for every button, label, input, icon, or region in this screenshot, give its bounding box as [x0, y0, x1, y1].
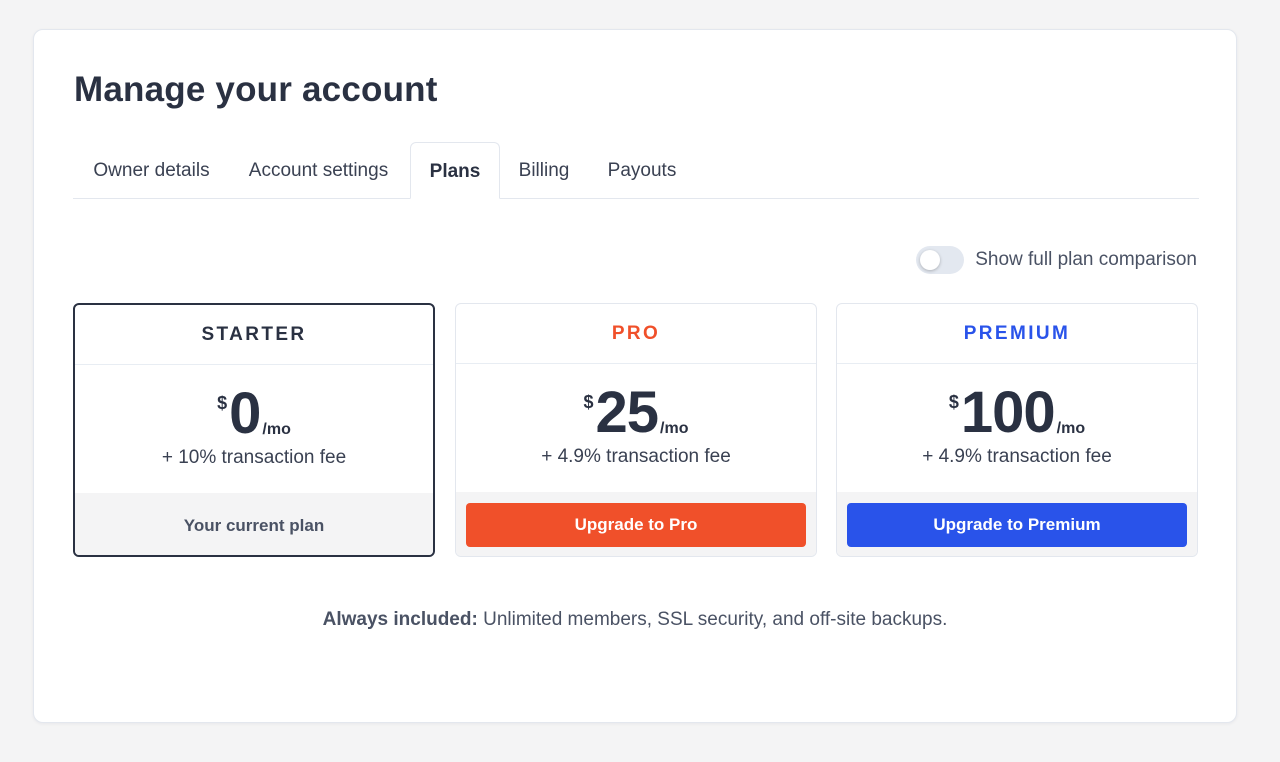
- currency-symbol: $: [948, 392, 959, 412]
- plan-body: $ 0 /mo + 10% transaction fee: [75, 365, 433, 493]
- plan-price: $ 25 /mo: [584, 384, 689, 442]
- plan-price: $ 0 /mo: [217, 385, 291, 443]
- price-amount: 0: [229, 381, 261, 446]
- upgrade-to-premium-button[interactable]: Upgrade to Premium: [847, 503, 1187, 547]
- tab-account-settings[interactable]: Account settings: [230, 142, 407, 199]
- price-amount: 100: [960, 380, 1056, 445]
- plan-name: PREMIUM: [837, 304, 1197, 364]
- toggle-knob: [920, 250, 941, 270]
- plan-card-starter: STARTER $ 0 /mo + 10% transaction fee Yo…: [73, 303, 435, 557]
- currency-symbol: $: [583, 392, 594, 412]
- always-included-label: Always included:: [322, 609, 478, 630]
- price-period: /mo: [660, 420, 689, 437]
- upgrade-to-pro-button[interactable]: Upgrade to Pro: [466, 503, 806, 547]
- tab-payouts[interactable]: Payouts: [588, 142, 696, 199]
- account-card: Manage your account Owner details Accoun…: [33, 29, 1237, 723]
- always-included-note: Always included: Unlimited members, SSL …: [34, 609, 1236, 631]
- price-amount: 25: [595, 380, 660, 445]
- plan-footer: Upgrade to Premium: [837, 492, 1197, 556]
- price-period: /mo: [1056, 420, 1086, 437]
- plan-name: PRO: [456, 304, 816, 364]
- transaction-fee: + 4.9% transaction fee: [541, 446, 731, 467]
- transaction-fee: + 4.9% transaction fee: [922, 446, 1112, 467]
- plan-body: $ 100 /mo + 4.9% transaction fee: [837, 364, 1197, 492]
- plan-comparison-toggle[interactable]: [916, 246, 965, 274]
- toggle-label: Show full plan comparison: [975, 249, 1197, 270]
- tab-plans[interactable]: Plans: [410, 142, 500, 199]
- tab-billing[interactable]: Billing: [500, 142, 588, 199]
- always-included-text: Unlimited members, SSL security, and off…: [477, 609, 948, 630]
- tab-bar: Owner details Account settings Plans Bil…: [73, 142, 1199, 199]
- plan-name: STARTER: [75, 305, 433, 365]
- plan-card-premium: PREMIUM $ 100 /mo + 4.9% transaction fee…: [836, 303, 1198, 557]
- price-period: /mo: [262, 421, 291, 438]
- plan-body: $ 25 /mo + 4.9% transaction fee: [456, 364, 816, 492]
- tab-owner-details[interactable]: Owner details: [73, 142, 230, 199]
- currency-symbol: $: [217, 393, 228, 413]
- page-title: Manage your account: [74, 70, 438, 109]
- plan-price: $ 100 /mo: [949, 384, 1085, 442]
- plan-footer: Your current plan: [75, 493, 433, 555]
- current-plan-label: Your current plan: [183, 516, 325, 535]
- plan-card-pro: PRO $ 25 /mo + 4.9% transaction fee Upgr…: [455, 303, 817, 557]
- plan-comparison-toggle-row: Show full plan comparison: [916, 245, 1197, 275]
- plan-footer: Upgrade to Pro: [456, 492, 816, 556]
- transaction-fee: + 10% transaction fee: [161, 447, 347, 468]
